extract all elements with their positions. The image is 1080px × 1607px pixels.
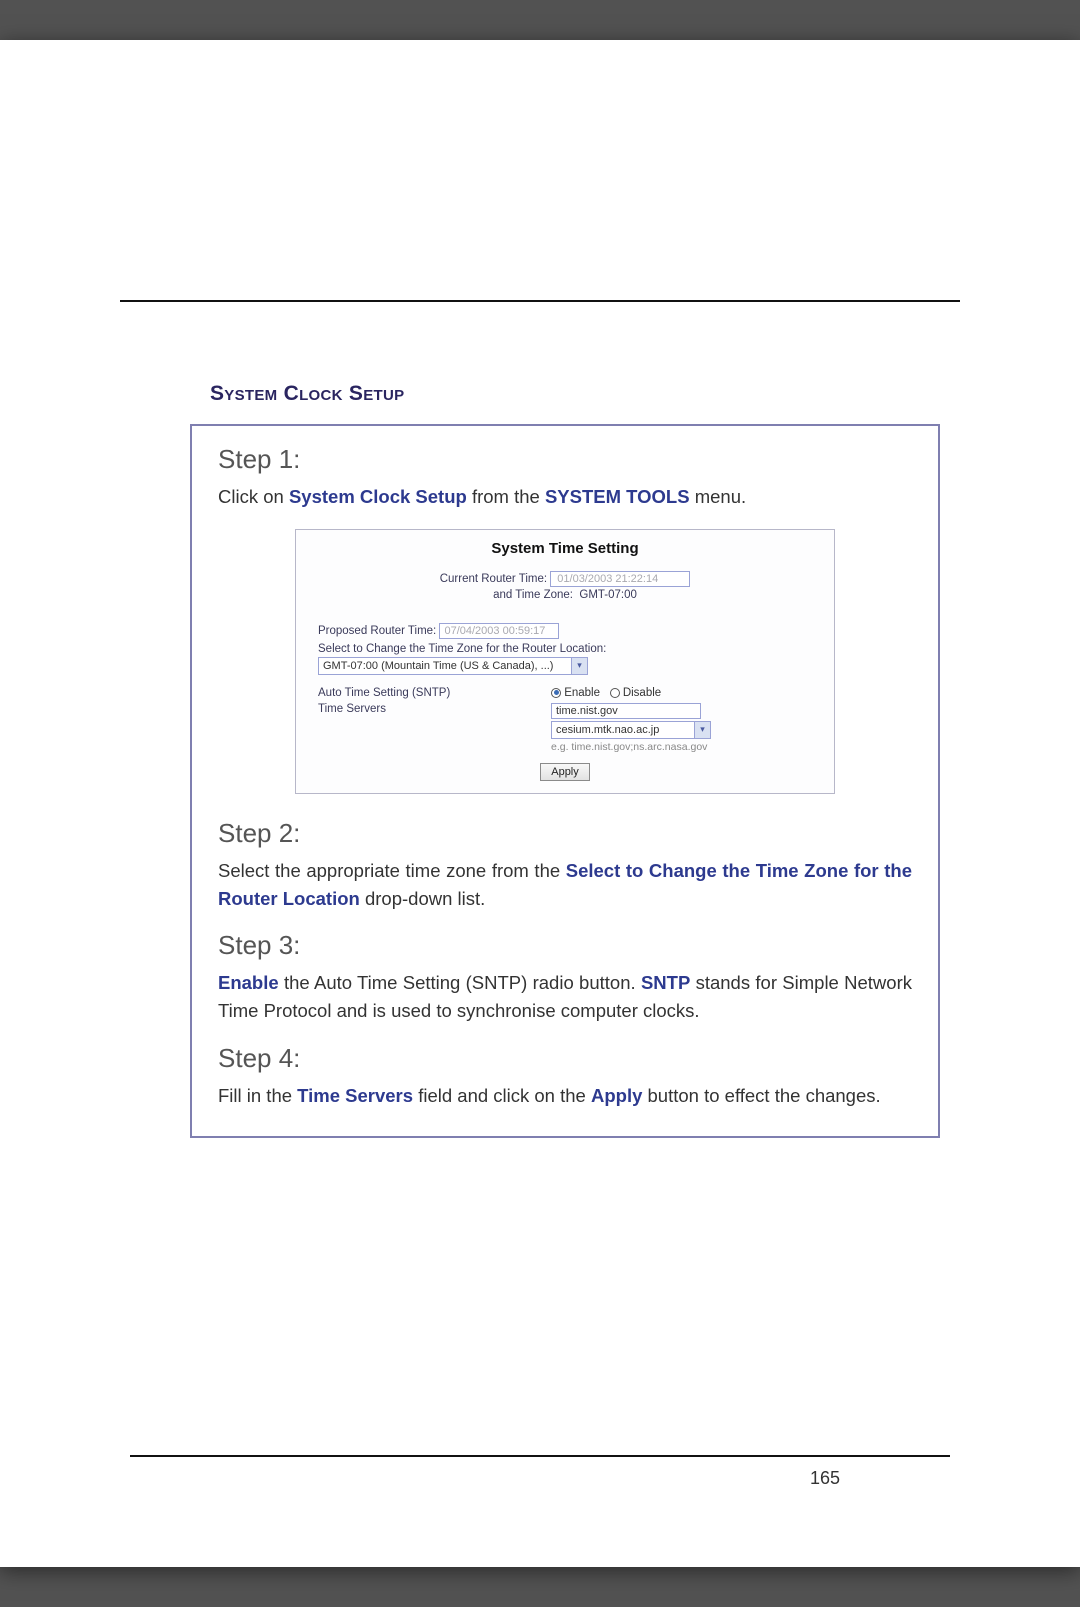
- chevron-down-icon: ▾: [694, 722, 710, 738]
- proposed-time-label: Proposed Router Time:: [318, 625, 436, 637]
- step2-body: Select the appropriate time zone from th…: [218, 857, 912, 913]
- time-server-select[interactable]: cesium.mtk.nao.ac.jp ▾: [551, 721, 711, 739]
- step2-heading: Step 2:: [218, 818, 912, 849]
- time-server-input[interactable]: time.nist.gov: [551, 703, 701, 719]
- text: Click on: [218, 486, 289, 507]
- tz-label: and Time Zone:: [493, 589, 573, 601]
- step4-body: Fill in the Time Servers field and click…: [218, 1082, 912, 1110]
- section-title: System Clock Setup: [210, 382, 960, 406]
- text: field and click on the: [413, 1085, 591, 1106]
- step1-body: Click on System Clock Setup from the SYS…: [218, 483, 912, 511]
- system-time-panel: System Time Setting Current Router Time:…: [295, 529, 835, 794]
- panel-title: System Time Setting: [296, 530, 834, 571]
- form-block: Proposed Router Time: 07/04/2003 00:59:1…: [296, 601, 834, 781]
- timezone-select-value: GMT-07:00 (Mountain Time (US & Canada), …: [323, 660, 553, 672]
- link-system-clock-setup: System Clock Setup: [289, 486, 467, 507]
- step3-heading: Step 3:: [218, 930, 912, 961]
- step3-body: Enable the Auto Time Setting (SNTP) radi…: [218, 969, 912, 1025]
- timezone-row: and Time Zone: GMT-07:00: [296, 589, 834, 601]
- current-time-row: Current Router Time: 01/03/2003 21:22:14: [296, 571, 834, 587]
- embedded-panel-wrap: System Time Setting Current Router Time:…: [218, 529, 912, 794]
- steps-box: Step 1: Click on System Clock Setup from…: [190, 424, 940, 1138]
- auto-time-label: Auto Time Setting (SNTP): [318, 687, 543, 699]
- radio-enable[interactable]: [551, 688, 561, 698]
- tz-value: GMT-07:00: [579, 589, 637, 601]
- text: menu.: [690, 486, 747, 507]
- chevron-down-icon: ▾: [571, 658, 587, 674]
- apply-wrap: Apply: [318, 763, 812, 781]
- radio-disable[interactable]: [610, 688, 620, 698]
- proposed-time-input[interactable]: 07/04/2003 00:59:17: [439, 623, 559, 639]
- apply-button[interactable]: Apply: [540, 763, 590, 781]
- top-rule: [120, 300, 960, 302]
- menu-system-tools: SYSTEM TOOLS: [545, 486, 690, 507]
- time-servers-field: Time Servers time.nist.gov cesium.mtk.na…: [318, 703, 812, 753]
- text: from the: [467, 486, 545, 507]
- step4-heading: Step 4:: [218, 1043, 912, 1074]
- select-tz-label: Select to Change the Time Zone for the R…: [318, 643, 812, 655]
- link-time-servers: Time Servers: [297, 1085, 413, 1106]
- link-enable: Enable: [218, 972, 279, 993]
- text: Select the appropriate time zone from th…: [218, 860, 566, 881]
- time-server-select-value: cesium.mtk.nao.ac.jp: [556, 724, 659, 736]
- link-apply: Apply: [591, 1085, 642, 1106]
- text: drop-down list.: [360, 888, 485, 909]
- timezone-select[interactable]: GMT-07:00 (Mountain Time (US & Canada), …: [318, 657, 588, 675]
- auto-time-radios: Enable Disable: [551, 687, 812, 699]
- current-time-label: Current Router Time:: [440, 573, 547, 585]
- document-page: System Clock Setup Step 1: Click on Syst…: [0, 40, 1080, 1567]
- text: button to effect the changes.: [642, 1085, 880, 1106]
- radio-enable-label: Enable: [564, 687, 600, 699]
- proposed-time-field: Proposed Router Time: 07/04/2003 00:59:1…: [318, 623, 812, 639]
- text: the Auto Time Setting (SNTP) radio butto…: [279, 972, 641, 993]
- bottom-rule: [130, 1455, 950, 1457]
- text: Fill in the: [218, 1085, 297, 1106]
- radio-disable-label: Disable: [623, 687, 661, 699]
- current-time-value: 01/03/2003 21:22:14: [550, 571, 690, 587]
- auto-time-field: Auto Time Setting (SNTP) Enable Disable: [318, 687, 812, 699]
- step1-heading: Step 1:: [218, 444, 912, 475]
- time-servers-label: Time Servers: [318, 703, 543, 715]
- link-sntp: SNTP: [641, 972, 690, 993]
- time-server-example: e.g. time.nist.gov;ns.arc.nasa.gov: [551, 741, 812, 753]
- page-number: 165: [810, 1468, 840, 1489]
